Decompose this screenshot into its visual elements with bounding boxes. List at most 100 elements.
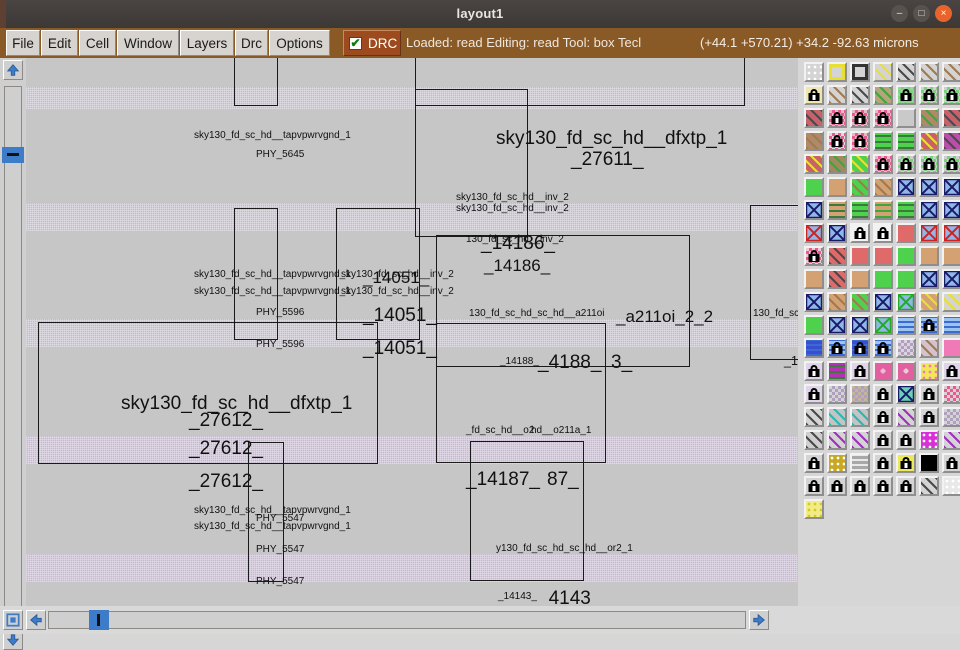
layer-swatch[interactable] [850,361,870,381]
layer-swatch[interactable] [873,223,893,243]
layer-swatch[interactable] [873,384,893,404]
layer-swatch[interactable] [873,62,893,82]
layer-swatch[interactable] [942,315,960,335]
layer-swatch[interactable] [919,338,939,358]
layer-swatch[interactable] [804,269,824,289]
layer-swatch[interactable] [827,177,847,197]
layer-swatch[interactable] [919,108,939,128]
layer-swatch[interactable] [919,384,939,404]
layer-swatch[interactable] [896,453,916,473]
layer-swatch[interactable] [804,246,824,266]
zoom-box-button[interactable] [3,610,23,630]
layer-swatch[interactable] [827,315,847,335]
layer-swatch[interactable] [850,177,870,197]
layer-swatch[interactable] [873,476,893,496]
layer-swatch[interactable] [873,131,893,151]
layer-swatch[interactable] [896,476,916,496]
layer-swatch[interactable] [873,246,893,266]
layer-swatch[interactable] [827,384,847,404]
layer-swatch[interactable] [919,177,939,197]
layer-swatch[interactable] [827,269,847,289]
layer-swatch[interactable] [942,246,960,266]
layer-swatch[interactable] [919,430,939,450]
layer-swatch[interactable] [804,131,824,151]
layer-swatch[interactable] [827,361,847,381]
layer-swatch[interactable] [804,108,824,128]
layer-swatch[interactable] [942,476,960,496]
layer-swatch[interactable] [827,85,847,105]
layer-swatch[interactable] [804,292,824,312]
layer-swatch[interactable] [850,200,870,220]
layer-swatch[interactable] [942,361,960,381]
layer-swatch[interactable] [873,200,893,220]
layer-swatch[interactable] [942,177,960,197]
layer-swatch[interactable] [827,200,847,220]
layer-swatch[interactable] [919,200,939,220]
scroll-left-button[interactable] [26,610,46,630]
layer-swatch[interactable] [873,407,893,427]
layer-swatch[interactable] [873,154,893,174]
layer-swatch[interactable] [827,246,847,266]
menu-item-edit[interactable]: Edit [41,30,78,56]
layer-swatch[interactable] [827,62,847,82]
layer-swatch[interactable] [804,62,824,82]
layer-swatch[interactable] [827,223,847,243]
menu-item-window[interactable]: Window [117,30,179,56]
layer-swatch[interactable] [942,292,960,312]
layer-swatch[interactable] [804,476,824,496]
layer-swatch[interactable] [850,85,870,105]
layer-swatch[interactable] [919,315,939,335]
layer-swatch[interactable] [942,430,960,450]
layer-swatch[interactable] [850,246,870,266]
layer-swatch[interactable] [873,453,893,473]
layer-swatch[interactable] [804,200,824,220]
layer-swatch[interactable] [850,269,870,289]
layer-swatch[interactable] [919,361,939,381]
layer-swatch[interactable] [804,407,824,427]
layer-swatch[interactable] [804,223,824,243]
layer-swatch[interactable] [919,292,939,312]
layer-swatch[interactable] [942,154,960,174]
layer-swatch[interactable] [896,177,916,197]
layer-swatch[interactable] [827,131,847,151]
layer-swatch[interactable] [896,108,916,128]
cell-instance-box[interactable] [415,89,528,237]
menu-item-layers[interactable]: Layers [180,30,234,56]
layer-swatch[interactable] [827,154,847,174]
layer-swatch[interactable] [942,453,960,473]
menu-item-file[interactable]: File [6,30,40,56]
layer-swatch[interactable] [942,131,960,151]
scroll-up-button[interactable] [3,60,23,80]
drc-toggle-button[interactable]: ✔ DRC [343,30,401,56]
layer-swatch[interactable] [919,62,939,82]
horizontal-scrollbar-thumb[interactable] [89,610,109,630]
menu-item-drc[interactable]: Drc [235,30,268,56]
horizontal-scrollbar[interactable] [48,610,746,630]
layer-swatch[interactable] [827,108,847,128]
layer-swatch[interactable] [896,269,916,289]
layer-swatch[interactable] [896,338,916,358]
layer-swatch[interactable] [873,108,893,128]
layer-swatch[interactable] [942,338,960,358]
layer-swatch[interactable] [873,269,893,289]
layer-swatch[interactable] [896,407,916,427]
layer-swatch[interactable] [850,453,870,473]
maximize-button[interactable]: □ [913,5,930,22]
layer-swatch[interactable] [919,407,939,427]
layer-swatch[interactable] [827,430,847,450]
layer-swatch[interactable] [942,62,960,82]
layer-swatch[interactable] [873,430,893,450]
cell-instance-box[interactable] [470,441,584,581]
layer-swatch[interactable] [804,361,824,381]
cell-instance-box[interactable] [750,205,798,360]
layer-swatch[interactable] [942,108,960,128]
layer-swatch[interactable] [896,200,916,220]
layer-swatch[interactable] [804,154,824,174]
vertical-scrollbar-thumb[interactable] [2,147,24,163]
layer-swatch[interactable] [896,62,916,82]
layer-swatch[interactable] [896,85,916,105]
layer-swatch[interactable] [827,476,847,496]
layer-swatch[interactable] [942,223,960,243]
layer-swatch[interactable] [919,223,939,243]
vertical-scrollbar[interactable] [2,86,24,626]
